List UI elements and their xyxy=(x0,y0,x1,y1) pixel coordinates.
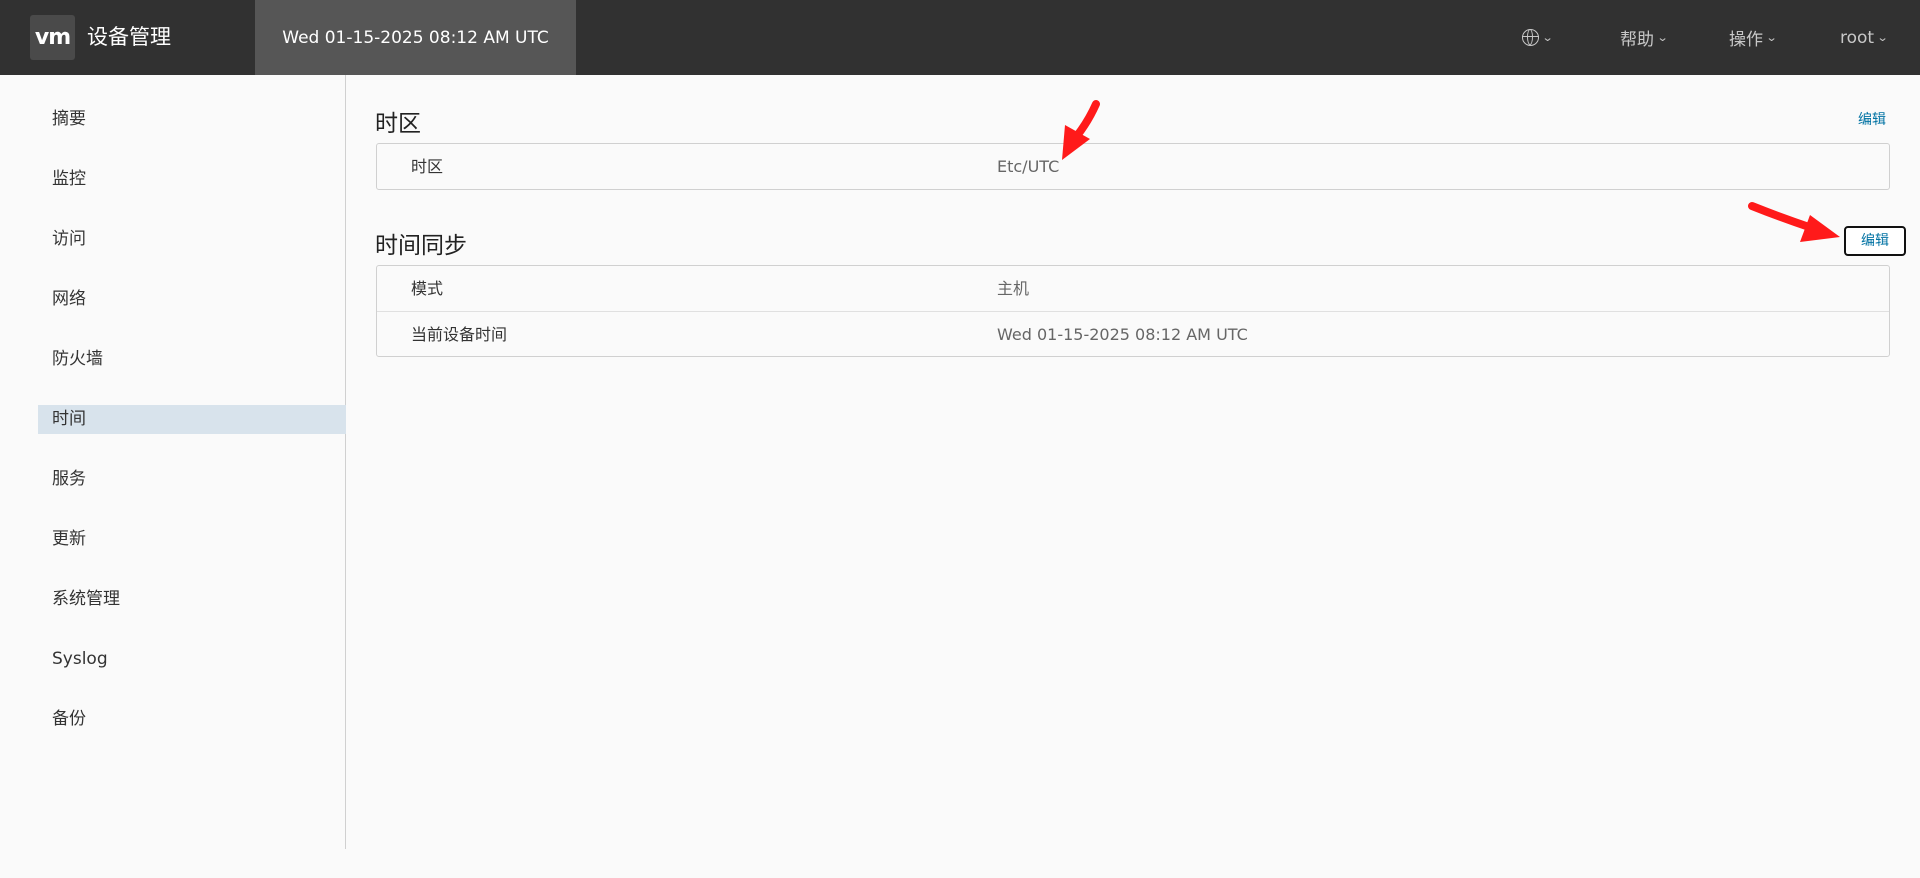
time-sync-section-title: 时间同步 xyxy=(375,233,467,259)
sidebar-item-summary[interactable]: 摘要 xyxy=(38,105,346,134)
sidebar-item-monitor[interactable]: 监控 xyxy=(38,165,346,194)
sidebar-item-backup[interactable]: 备份 xyxy=(38,705,346,734)
time-sync-card: 模式 主机 当前设备时间 Wed 01-15-2025 08:12 AM UTC xyxy=(376,265,1890,357)
chevron-down-icon: ⌄ xyxy=(1656,31,1669,44)
user-menu-label: root xyxy=(1840,27,1875,48)
help-menu-label: 帮助 xyxy=(1620,30,1654,50)
current-device-time-label: 当前设备时间 xyxy=(411,325,508,344)
timezone-value: Etc/UTC xyxy=(997,157,1060,176)
table-row: 模式 主机 xyxy=(377,266,1889,311)
user-menu[interactable]: root ⌄ xyxy=(1840,0,1889,75)
help-menu[interactable]: 帮助 ⌄ xyxy=(1620,0,1669,75)
sidebar-item-administration[interactable]: 系统管理 xyxy=(38,585,346,614)
mode-label: 模式 xyxy=(411,279,444,298)
sidebar-item-update[interactable]: 更新 xyxy=(38,525,346,554)
sidebar-item-services[interactable]: 服务 xyxy=(38,465,346,494)
sidebar-item-network[interactable]: 网络 xyxy=(38,285,346,314)
timezone-section-title: 时区 xyxy=(375,111,421,137)
table-row: 当前设备时间 Wed 01-15-2025 08:12 AM UTC xyxy=(377,311,1889,356)
vmware-logo: vm xyxy=(30,15,75,60)
timezone-card: 时区 Etc/UTC xyxy=(376,143,1890,190)
sidebar-item-access[interactable]: 访问 xyxy=(38,225,346,254)
header-datetime: Wed 01-15-2025 08:12 AM UTC xyxy=(255,0,576,75)
actions-menu-label: 操作 xyxy=(1729,30,1763,50)
top-header: vm 设备管理 Wed 01-15-2025 08:12 AM UTC ⌄ 帮助… xyxy=(0,0,1920,75)
time-sync-edit-button[interactable]: 编辑 xyxy=(1844,226,1906,256)
chevron-down-icon: ⌄ xyxy=(1876,31,1889,44)
annotation-arrow-edit xyxy=(1748,202,1840,242)
sidebar-item-time[interactable]: 时间 xyxy=(38,405,346,434)
sidebar-item-syslog[interactable]: Syslog xyxy=(38,645,346,674)
chevron-down-icon: ⌄ xyxy=(1765,31,1778,44)
app-title: 设备管理 xyxy=(87,25,171,49)
language-menu[interactable]: ⌄ xyxy=(1522,0,1554,75)
chevron-down-icon: ⌄ xyxy=(1541,31,1554,44)
sidebar-item-firewall[interactable]: 防火墙 xyxy=(38,345,346,374)
globe-icon xyxy=(1522,29,1539,46)
current-device-time-value: Wed 01-15-2025 08:12 AM UTC xyxy=(997,325,1248,344)
mode-value: 主机 xyxy=(997,279,1030,298)
sidebar-nav: 摘要 监控 访问 网络 防火墙 时间 服务 更新 系统管理 Syslog 备份 xyxy=(0,75,346,849)
timezone-label: 时区 xyxy=(411,157,444,176)
actions-menu[interactable]: 操作 ⌄ xyxy=(1729,0,1778,75)
timezone-edit-button[interactable]: 编辑 xyxy=(1852,109,1892,129)
table-row: 时区 Etc/UTC xyxy=(377,144,1889,189)
